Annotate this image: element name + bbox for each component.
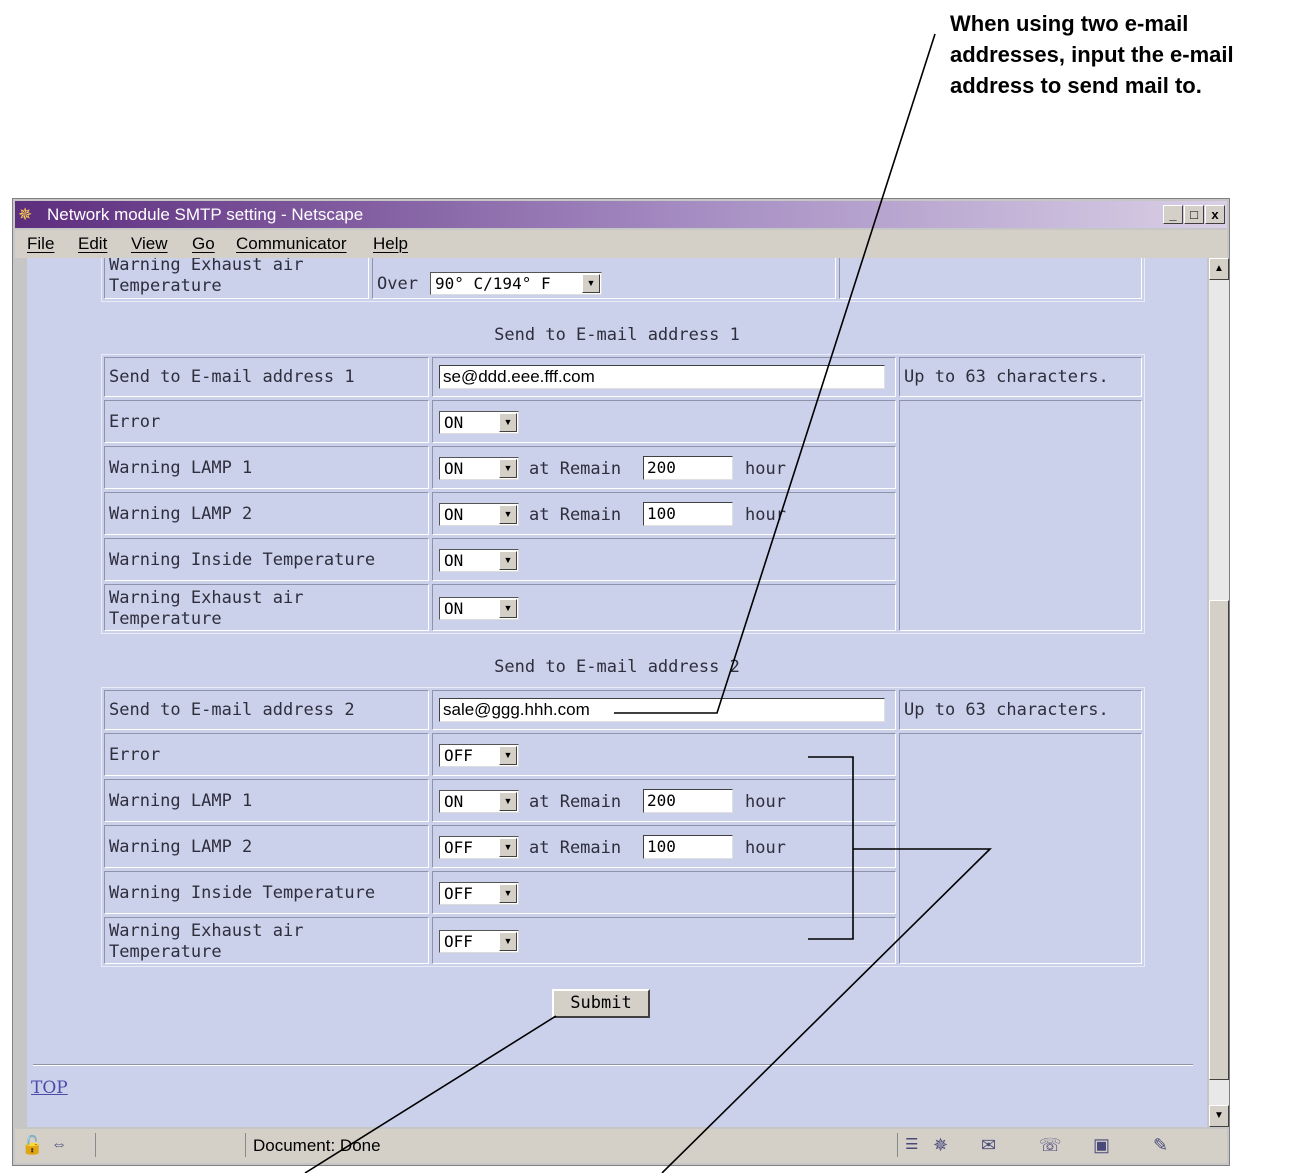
section2-table: Send to E-mail address 2 sale@ggg.hhh.co… bbox=[101, 687, 1145, 967]
s2-exhaust-label: Warning Exhaust air Temperature bbox=[109, 921, 304, 962]
section1-heading: Send to E-mail address 1 bbox=[494, 325, 740, 345]
menu-go[interactable]: Go bbox=[192, 233, 215, 255]
navigator-icon[interactable]: ☰ bbox=[905, 1135, 918, 1155]
row-label: Warning Exhaust air Temperature bbox=[109, 258, 304, 296]
close-button[interactable]: x bbox=[1205, 205, 1225, 224]
status-text: Document: Done bbox=[253, 1136, 381, 1155]
email1-note: Up to 63 characters. bbox=[904, 367, 1109, 387]
window-title: Network module SMTP setting - Netscape bbox=[47, 205, 364, 224]
chevron-down-icon: ▼ bbox=[499, 838, 517, 857]
chevron-down-icon: ▼ bbox=[499, 884, 517, 903]
s1-error-select[interactable]: ON ▼ bbox=[439, 411, 519, 434]
s2-lamp2-select[interactable]: OFF ▼ bbox=[439, 836, 519, 859]
s2-error-label: Error bbox=[109, 745, 161, 765]
chevron-down-icon: ▼ bbox=[582, 274, 600, 293]
mail-icon[interactable]: ✉ bbox=[981, 1135, 996, 1155]
menu-help[interactable]: Help bbox=[373, 233, 408, 255]
s2-lamp1-unit: hour bbox=[745, 792, 786, 812]
s2-lamp2-at-label: at Remain bbox=[529, 838, 622, 858]
s1-lamp1-select[interactable]: ON ▼ bbox=[439, 457, 519, 480]
vertical-scrollbar[interactable]: ▲ ▼ bbox=[1209, 258, 1229, 1127]
submit-button[interactable]: Submit bbox=[552, 989, 650, 1018]
s2-lamp1-at-label: at Remain bbox=[529, 792, 622, 812]
maximize-button[interactable]: □ bbox=[1184, 205, 1204, 224]
page-content: Warning Exhaust air Temperature Over 90°… bbox=[27, 258, 1207, 1127]
s1-lamp1-remain-input[interactable]: 200 bbox=[643, 456, 733, 480]
connection-icon: ⇔ bbox=[51, 1136, 67, 1153]
s1-exhaust-label: Warning Exhaust air Temperature bbox=[109, 588, 304, 629]
scroll-up-button[interactable]: ▲ bbox=[1209, 258, 1229, 280]
s1-inside-temp-label: Warning Inside Temperature bbox=[109, 550, 376, 570]
browser-icon[interactable]: ✵ bbox=[933, 1135, 948, 1155]
exhaust-threshold-select[interactable]: 90° C/194° F ▼ bbox=[430, 272, 602, 295]
s1-lamp1-at-label: at Remain bbox=[529, 459, 622, 479]
chevron-down-icon: ▼ bbox=[499, 792, 517, 811]
email2-label: Send to E-mail address 2 bbox=[109, 700, 355, 720]
callout-text: When using two e-mail addresses, input t… bbox=[950, 11, 1234, 98]
menu-communicator[interactable]: Communicator bbox=[236, 233, 347, 255]
chevron-down-icon: ▼ bbox=[499, 599, 517, 618]
s1-inside-temp-select[interactable]: ON ▼ bbox=[439, 549, 519, 572]
email1-label: Send to E-mail address 1 bbox=[109, 367, 355, 387]
chevron-down-icon: ▼ bbox=[499, 413, 517, 432]
section1-table: Send to E-mail address 1 se@ddd.eee.fff.… bbox=[101, 354, 1145, 634]
minimize-button[interactable]: _ bbox=[1163, 205, 1183, 224]
chevron-down-icon: ▼ bbox=[499, 459, 517, 478]
lock-icon: 🔓 bbox=[21, 1135, 44, 1155]
scroll-down-button[interactable]: ▼ bbox=[1209, 1105, 1229, 1127]
s2-lamp1-label: Warning LAMP 1 bbox=[109, 791, 253, 811]
menu-view[interactable]: View bbox=[131, 233, 168, 255]
s1-error-label: Error bbox=[109, 412, 161, 432]
discussion-icon[interactable]: ☏ bbox=[1039, 1135, 1062, 1155]
chevron-down-icon: ▼ bbox=[499, 551, 517, 570]
s2-lamp1-remain-input[interactable]: 200 bbox=[643, 789, 733, 813]
email1-input[interactable]: se@ddd.eee.fff.com bbox=[439, 365, 885, 389]
s1-lamp2-at-label: at Remain bbox=[529, 505, 622, 525]
s2-lamp2-remain-input[interactable]: 100 bbox=[643, 835, 733, 859]
chevron-down-icon: ▼ bbox=[499, 746, 517, 765]
s1-exhaust-select[interactable]: ON ▼ bbox=[439, 597, 519, 620]
s1-lamp2-unit: hour bbox=[745, 505, 786, 525]
over-label: Over bbox=[377, 274, 418, 294]
browser-window: ✵ Network module SMTP setting - Netscape… bbox=[12, 198, 1230, 1166]
edit-icon[interactable]: ✎ bbox=[1153, 1135, 1168, 1155]
s2-lamp2-unit: hour bbox=[745, 838, 786, 858]
scroll-thumb[interactable] bbox=[1209, 600, 1229, 1080]
menu-file[interactable]: File bbox=[27, 233, 54, 255]
s2-exhaust-select[interactable]: OFF ▼ bbox=[439, 930, 519, 953]
s2-lamp2-label: Warning LAMP 2 bbox=[109, 837, 253, 857]
email2-input[interactable]: sale@ggg.hhh.com bbox=[439, 698, 885, 722]
menu-bar: File Edit View Go Communicator Help bbox=[15, 230, 1227, 258]
email2-note: Up to 63 characters. bbox=[904, 700, 1109, 720]
top-link[interactable]: TOP bbox=[31, 1078, 68, 1098]
divider bbox=[33, 1064, 1193, 1066]
s2-inside-temp-label: Warning Inside Temperature bbox=[109, 883, 376, 903]
previous-settings-table: Warning Exhaust air Temperature Over 90°… bbox=[101, 258, 1145, 302]
title-bar: ✵ Network module SMTP setting - Netscape… bbox=[15, 201, 1227, 228]
composer-icon[interactable]: ▣ bbox=[1093, 1135, 1110, 1155]
s2-error-select[interactable]: OFF ▼ bbox=[439, 744, 519, 767]
netscape-icon: ✵ bbox=[18, 205, 33, 224]
menu-edit[interactable]: Edit bbox=[78, 233, 107, 255]
s1-lamp2-select[interactable]: ON ▼ bbox=[439, 503, 519, 526]
s2-lamp1-select[interactable]: ON ▼ bbox=[439, 790, 519, 813]
s1-lamp1-label: Warning LAMP 1 bbox=[109, 458, 253, 478]
s1-lamp2-remain-input[interactable]: 100 bbox=[643, 502, 733, 526]
chevron-down-icon: ▼ bbox=[499, 932, 517, 951]
s1-lamp1-unit: hour bbox=[745, 459, 786, 479]
section2-heading: Send to E-mail address 2 bbox=[494, 657, 740, 677]
s2-inside-temp-select[interactable]: OFF ▼ bbox=[439, 882, 519, 905]
s1-lamp2-label: Warning LAMP 2 bbox=[109, 504, 253, 524]
chevron-down-icon: ▼ bbox=[499, 505, 517, 524]
status-bar: 🔓 ⇔ Document: Done ☰ ✵ ✉ ☏ ▣ ✎ bbox=[15, 1129, 1227, 1163]
